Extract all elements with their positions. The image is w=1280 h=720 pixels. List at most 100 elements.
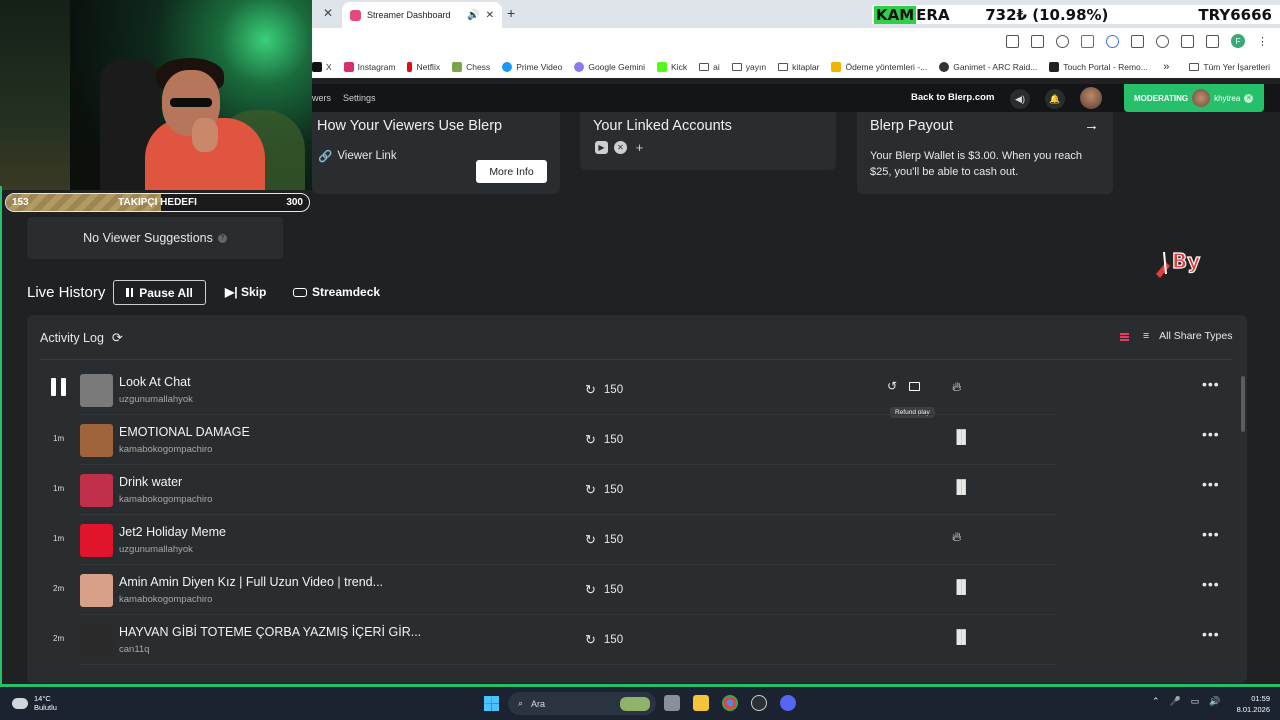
speaker-icon[interactable]: 🔊 [1209,696,1220,707]
refresh-icon[interactable]: ⟳ [112,330,123,346]
install-icon[interactable] [1031,34,1044,48]
table-row[interactable]: 1m Drink water kamabokogompachiro ↻ 150 ▐▌ ••• [27,465,1247,515]
row-user[interactable]: kamabokogompachiro [119,444,212,455]
display-icon[interactable]: ▭ [1191,696,1200,707]
bookmark-kick[interactable]: Kick [657,62,687,72]
row-user[interactable]: uzgunumallahyok [119,544,193,555]
fire-icon[interactable]: 🔥︎ [952,379,962,395]
bookmark-ganimet[interactable]: Ganimet - ARC Raid... [939,62,1037,72]
soundbite-bars-icon[interactable]: ▐▌ [952,429,970,444]
viewer-link[interactable]: 🔗 Viewer Link [318,149,397,163]
play-icon[interactable] [1156,34,1169,48]
bookmark-chess[interactable]: Chess [452,62,490,72]
volume-icon[interactable]: ◀) [1010,89,1030,109]
new-tab-button[interactable]: + [507,5,515,21]
profile-avatar[interactable]: F [1231,34,1245,48]
bookmark-prime-video[interactable]: Prime Video [502,62,562,72]
chevron-up-icon[interactable]: ⌃ [1152,696,1160,707]
close-tab-icon[interactable]: ✕ [486,10,494,21]
more-options-icon[interactable]: ••• [1202,426,1220,442]
table-row[interactable]: Look At Chat uzgunumallahyok ↻ 150 ↺ Refund p… [27,365,1247,418]
list-view-icon[interactable] [1120,333,1129,341]
soundbite-bars-icon[interactable]: ▐▌ [952,579,970,594]
nav-viewers[interactable]: wers [312,93,331,103]
bookmark-instagram[interactable]: Instagram [343,62,395,72]
x-icon[interactable]: ✕ [614,141,627,154]
arrow-right-icon[interactable]: → [1084,117,1099,134]
log-scrollbar[interactable] [1241,376,1245,432]
bookmark-touch-portal[interactable]: Touch Portal - Remo... [1049,62,1148,72]
app-icon[interactable] [751,695,767,711]
refund-icon[interactable] [909,382,920,391]
youtube-icon[interactable]: ▶ [595,141,608,154]
pause-all-button[interactable]: Pause All [113,280,206,305]
task-view-icon[interactable] [664,695,680,711]
more-options-icon[interactable]: ••• [1202,376,1220,392]
bookmark-x[interactable]: X [312,62,332,72]
skip-button[interactable]: ▶| Skip [225,285,266,299]
translate-icon[interactable] [1006,34,1019,48]
more-options-icon[interactable]: ••• [1202,576,1220,592]
back-to-blerp-link[interactable]: Back to Blerp.com [911,92,994,103]
table-row[interactable]: 1m EMOTIONAL DAMAGE kamabokogompachiro ↻ 150… [27,415,1247,465]
bell-icon[interactable]: 🔔 [1045,89,1065,109]
weather-widget[interactable]: 14°C Bulutlu [12,694,57,712]
close-icon[interactable]: ✕ [1244,93,1254,103]
tab-streamer-dashboard[interactable]: Streamer Dashboard 🔊 ✕ [342,2,502,28]
row-thumbnail[interactable] [80,424,113,457]
bookmark-gemini[interactable]: Google Gemini [574,62,645,72]
row-thumbnail[interactable] [80,524,113,557]
all-bookmarks[interactable]: Tüm Yer İşaretleri [1189,62,1270,72]
puzzle-icon[interactable] [1181,34,1194,48]
speaker-icon[interactable]: 🔊 [467,10,479,21]
extension-icon[interactable] [1081,34,1094,48]
table-row[interactable]: 2m HAYVAN GİBİ TOTEME ÇORBA YAZMIŞ İÇERİ … [27,615,1247,665]
menu-icon[interactable]: ⋮ [1257,35,1268,48]
bookmark-odeme[interactable]: Ödeme yöntemleri -... [831,62,927,72]
table-row[interactable]: 2m Amin Amin Diyen Kız | Full Uzun Video … [27,565,1247,615]
row-thumbnail[interactable] [80,374,113,407]
streamdeck-button[interactable]: Streamdeck [293,285,380,299]
row-user[interactable]: kamabokogompachiro [119,494,212,505]
row-thumbnail[interactable] [80,574,113,607]
row-user[interactable]: uzgunumallahyok [119,394,193,405]
more-bookmarks-icon[interactable]: » [1163,61,1169,73]
windows-start-icon[interactable] [484,696,499,711]
fire-icon[interactable]: 🔥︎ [952,529,962,545]
more-options-icon[interactable]: ••• [1202,476,1220,492]
moderating-badge[interactable]: MODERATING khytrea ✕ [1124,84,1264,112]
star-icon[interactable] [1056,34,1069,48]
file-explorer-icon[interactable] [693,695,709,711]
more-options-icon[interactable]: ••• [1202,526,1220,542]
help-icon[interactable]: ? [217,233,227,243]
bookmark-folder-ai[interactable]: ai [699,62,720,72]
table-row[interactable]: 1m Jet2 Holiday Meme uzgunumallahyok ↻ 150 🔥︎… [27,515,1247,565]
system-tray: ⌃ 🎤 ▭ 🔊 [1152,696,1221,707]
row-user[interactable]: kamabokogompachiro [119,594,212,605]
add-account-icon[interactable]: + [633,140,646,155]
pause-icon[interactable] [51,378,66,396]
row-thumbnail[interactable] [80,624,113,657]
clock[interactable]: 01:59 8.01.2026 [1230,693,1270,715]
bookmark-netflix[interactable]: Netflix [407,62,440,72]
close-icon[interactable]: ✕ [323,6,333,20]
microphone-icon[interactable]: 🎤 [1170,696,1181,707]
soundbite-bars-icon[interactable]: ▐▌ [952,479,970,494]
avatar[interactable] [1080,87,1102,109]
row-user[interactable]: can11q [119,644,149,655]
taskbar-search[interactable]: ⌕ Ara [508,692,656,715]
capture-icon[interactable] [1131,34,1144,48]
more-options-icon[interactable]: ••• [1202,626,1220,642]
soundbite-bars-icon[interactable]: ▐▌ [952,629,970,644]
share-type-filter[interactable]: ≡ All Share Types [1143,330,1233,342]
audio-extension-icon[interactable] [1106,34,1119,48]
nav-settings[interactable]: Settings [343,93,376,103]
bookmark-folder-kitaplar[interactable]: kitaplar [778,62,819,72]
chrome-icon[interactable] [722,695,738,711]
media-control-icon[interactable] [1206,34,1219,48]
more-info-button[interactable]: More Info [476,160,547,183]
replay-icon[interactable]: ↺ [887,379,897,393]
row-thumbnail[interactable] [80,474,113,507]
discord-icon[interactable] [780,695,796,711]
bookmark-folder-yayin[interactable]: yayın [731,62,766,72]
